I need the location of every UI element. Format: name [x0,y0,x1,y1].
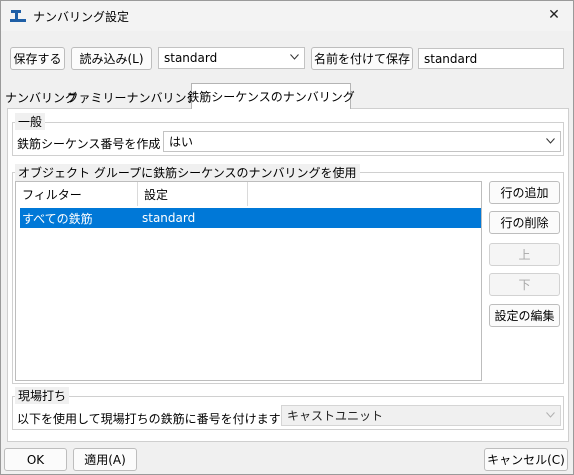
app-icon [10,9,26,23]
save-as-button[interactable]: 名前を付けて保存 [311,47,413,70]
apply-button[interactable]: 適用(A) [73,448,137,471]
object-group-legend: オブジェクト グループに鉄筋シーケンスのナンバリングを使用 [15,164,360,181]
chevron-down-icon [546,411,555,418]
preset-select[interactable]: standard [158,47,305,69]
save-as-name-value: standard [424,51,478,66]
filter-list[interactable]: フィルター 設定 すべての鉄筋 standard [15,181,482,381]
cast-in-place-label: 以下を使用して現場打ちの鉄筋に番号を付けます [17,412,281,426]
move-up-button[interactable]: 上 [489,243,560,266]
chevron-down-icon [290,54,299,60]
load-button[interactable]: 読み込み(L) [71,47,152,70]
close-icon: ✕ [548,7,560,23]
chevron-down-icon [546,137,555,144]
row-filter-cell: すべての鉄筋 [22,211,93,226]
close-button[interactable]: ✕ [540,4,568,26]
cast-in-place-value: キャストユニット [287,409,384,423]
create-sequence-label: 鉄筋シーケンス番号を作成 [17,137,161,151]
create-sequence-select[interactable]: はい [163,131,561,152]
tab-rebar-sequence-numbering[interactable]: 鉄筋シーケンスのナンバリング [187,83,355,109]
save-button[interactable]: 保存する [10,47,65,70]
general-legend: 一般 [15,113,46,130]
column-header-filter[interactable]: フィルター [16,182,138,206]
move-down-button[interactable]: 下 [489,273,560,296]
cancel-button[interactable]: キャンセル(C) [484,448,568,471]
tab-numbering[interactable]: ナンバリング [5,86,77,108]
window-title: ナンバリング設定 [33,10,130,24]
ok-button[interactable]: OK [4,448,67,471]
tab-family-numbering[interactable]: ファミリーナンバリング [67,86,199,108]
cast-in-place-select[interactable]: キャストユニット [281,405,561,426]
edit-settings-button[interactable]: 設定の編集 [489,304,560,327]
column-header-setting[interactable]: 設定 [138,182,248,206]
save-as-name-input[interactable]: standard [418,48,564,69]
cast-in-place-legend: 現場打ち [15,387,70,404]
preset-select-value: standard [164,51,218,65]
create-sequence-value: はい [169,135,194,149]
row-setting-cell: standard [142,211,196,225]
add-row-button[interactable]: 行の追加 [489,181,560,204]
table-row[interactable]: すべての鉄筋 standard [20,208,481,228]
delete-row-button[interactable]: 行の削除 [489,211,560,234]
